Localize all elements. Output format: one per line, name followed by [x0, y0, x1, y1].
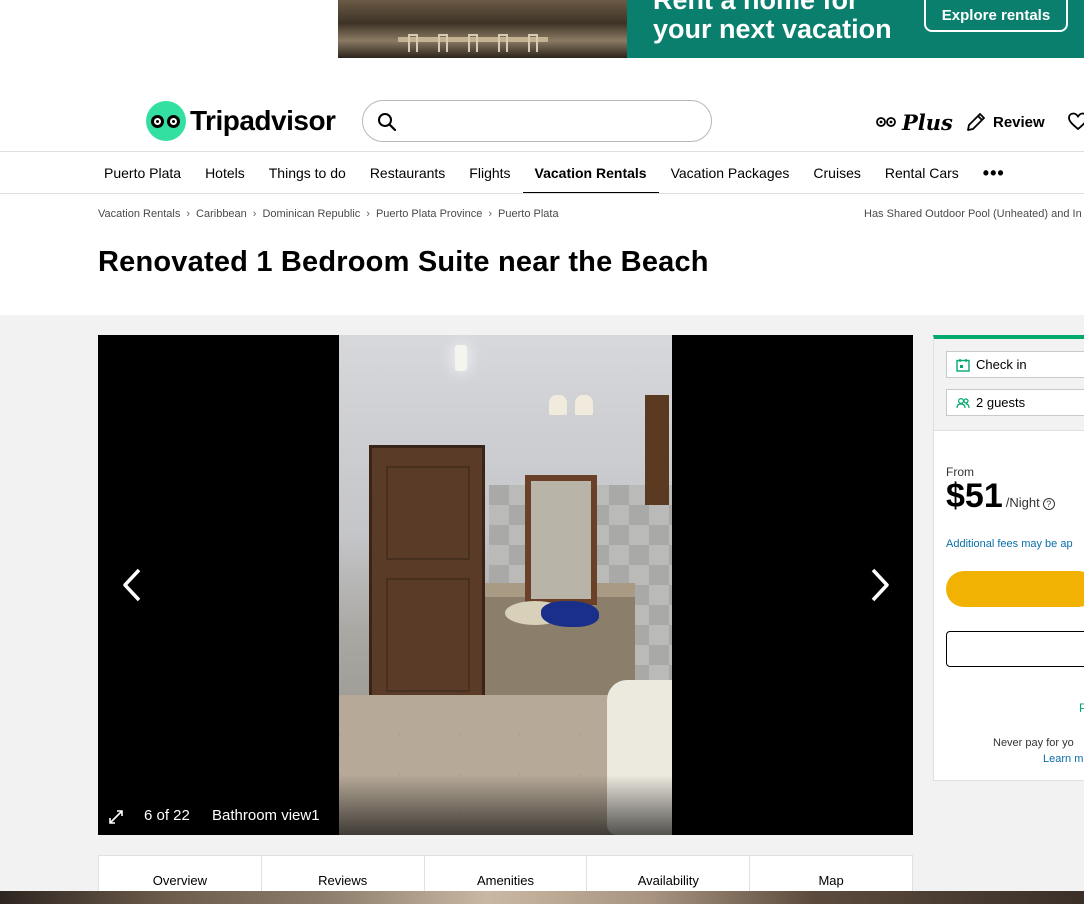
next-photo-button[interactable]: [860, 563, 900, 607]
breadcrumb-item[interactable]: Vacation Rentals: [98, 208, 180, 220]
tripadvisor-logo[interactable]: Tripadvisor: [146, 101, 336, 141]
ad-headline-line1: Rent a home for: [653, 0, 859, 15]
check-in-field[interactable]: Check in: [946, 351, 1084, 378]
gallery-photo: [339, 335, 672, 835]
plus-link[interactable]: Plus: [876, 108, 953, 136]
heart-icon: [1068, 112, 1084, 131]
learn-more-link[interactable]: Learn m: [1043, 753, 1083, 765]
page-title: Renovated 1 Bedroom Suite near the Beach: [98, 246, 709, 278]
nav-item-flights[interactable]: Flights: [457, 152, 522, 194]
page: Rent a home for your next vacation Explo…: [0, 0, 1084, 904]
breadcrumb: Vacation Rentals › Caribbean › Dominican…: [98, 208, 559, 220]
review-link[interactable]: Review: [965, 108, 1045, 136]
chevron-right-icon: ›: [252, 208, 257, 220]
photo-counter: 6 of 22: [144, 807, 190, 824]
breadcrumb-filter[interactable]: Has Shared Outdoor Pool (Unheated) and I…: [864, 208, 1082, 220]
logo-text: Tripadvisor: [190, 105, 336, 136]
guests-field[interactable]: 2 guests: [946, 389, 1084, 416]
calendar-icon: [956, 358, 970, 372]
chevron-right-icon: ›: [366, 208, 370, 220]
additional-fees-link[interactable]: Additional fees may be ap: [946, 538, 1073, 550]
never-pay-note: Never pay for yo: [993, 737, 1074, 749]
main-nav: Puerto Plata Hotels Things to do Restaur…: [92, 152, 1017, 194]
nav-item-things-to-do[interactable]: Things to do: [257, 152, 358, 194]
trips-link[interactable]: [1068, 108, 1084, 136]
search-bar[interactable]: [362, 100, 712, 142]
previous-photo-button[interactable]: [112, 563, 152, 607]
ad-headline: Rent a home for your next vacation: [653, 0, 892, 44]
help-icon[interactable]: ?: [1042, 498, 1055, 510]
plus-label: Plus: [902, 109, 953, 135]
owl-eyes-icon: [876, 117, 896, 127]
guests-label: 2 guests: [976, 395, 1026, 410]
explore-rentals-button[interactable]: Explore rentals: [924, 0, 1068, 32]
booking-card: Check in 2 guests From $51 /Night? Addit…: [933, 335, 1084, 781]
nav-bottom-divider: [0, 193, 1084, 194]
check-in-label: Check in: [976, 357, 1027, 372]
photo-caption: Bathroom view1: [212, 807, 320, 824]
promo-link[interactable]: P: [1079, 701, 1084, 715]
nav-item-vacation-packages[interactable]: Vacation Packages: [659, 152, 802, 194]
chevron-left-icon: [123, 568, 141, 602]
breadcrumb-item[interactable]: Puerto Plata: [498, 208, 559, 220]
chevron-right-icon: ›: [488, 208, 493, 220]
nav-item-rental-cars[interactable]: Rental Cars: [873, 152, 971, 194]
book-button[interactable]: [946, 571, 1084, 607]
nav-item-puerto-plata[interactable]: Puerto Plata: [92, 152, 193, 194]
bottom-photo-strip: [0, 891, 1084, 904]
ad-headline-line2: your next vacation: [653, 14, 892, 44]
people-icon: [956, 397, 970, 408]
nav-item-cruises[interactable]: Cruises: [801, 152, 872, 194]
nav-item-restaurants[interactable]: Restaurants: [358, 152, 457, 194]
gallery-caption-shade: [98, 775, 913, 835]
pencil-icon: [967, 113, 985, 131]
per-night-label: /Night?: [1006, 495, 1055, 510]
chevron-right-icon: [871, 568, 889, 602]
search-icon: [378, 113, 397, 132]
price-amount: $51: [946, 477, 1003, 515]
owl-icon: [146, 101, 186, 141]
expand-icon[interactable]: [108, 809, 124, 825]
nav-item-vacation-rentals[interactable]: Vacation Rentals: [522, 152, 659, 194]
search-input[interactable]: [407, 109, 697, 135]
breadcrumb-item[interactable]: Caribbean: [196, 208, 247, 220]
more-icon[interactable]: •••: [971, 152, 1017, 194]
nav-item-hotels[interactable]: Hotels: [193, 152, 257, 194]
per-night-text: /Night: [1005, 495, 1040, 510]
breadcrumb-item[interactable]: Puerto Plata Province: [376, 208, 482, 220]
ad-banner[interactable]: Rent a home for your next vacation Explo…: [338, 0, 1084, 58]
review-label: Review: [993, 113, 1045, 131]
nightly-price: $51 /Night?: [946, 477, 1055, 516]
chevron-right-icon: ›: [186, 208, 191, 220]
breadcrumb-item[interactable]: Dominican Republic: [262, 208, 360, 220]
ad-photo: [338, 0, 627, 58]
secondary-booking-button[interactable]: [946, 631, 1084, 667]
photo-gallery[interactable]: 6 of 22 Bathroom view1: [98, 335, 913, 835]
